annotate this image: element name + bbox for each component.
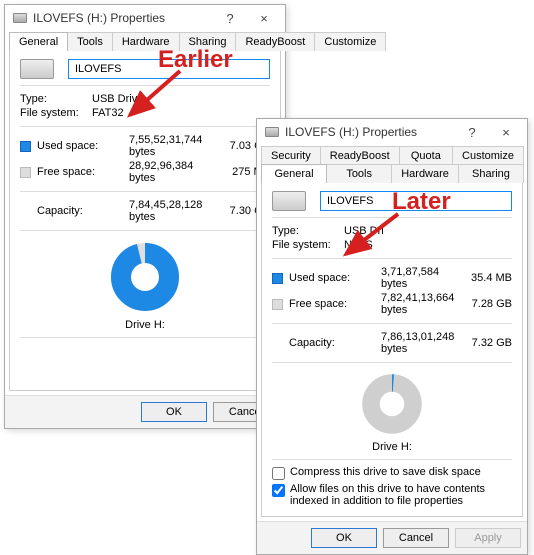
used-label: Used space: <box>289 272 361 284</box>
tab-tools[interactable]: Tools <box>67 32 113 51</box>
tabs-row-1: Security ReadyBoost Quota Customize <box>257 145 527 164</box>
panel-general: Type:USB Drive File system:FAT32 Used sp… <box>9 50 281 391</box>
tab-security[interactable]: Security <box>261 146 321 165</box>
fs-value: FAT32 <box>92 107 124 119</box>
drive-caption: Drive H: <box>272 441 512 453</box>
help-icon[interactable]: ? <box>455 121 489 143</box>
drive-glyph-icon <box>20 59 54 79</box>
used-label: Used space: <box>37 140 109 152</box>
tab-hardware[interactable]: Hardware <box>112 32 180 51</box>
index-checkbox-row[interactable]: Allow files on this drive to have conten… <box>272 483 512 507</box>
tab-hardware[interactable]: Hardware <box>391 164 459 183</box>
ok-button[interactable]: OK <box>141 402 207 422</box>
drive-caption: Drive H: <box>20 319 270 331</box>
free-bytes: 28,92,96,384 bytes <box>109 160 218 184</box>
index-checkbox[interactable] <box>272 484 285 497</box>
free-swatch <box>20 167 31 178</box>
apply-button[interactable]: Apply <box>455 528 521 548</box>
drive-name-input[interactable] <box>320 191 512 211</box>
tab-sharing[interactable]: Sharing <box>179 32 237 51</box>
tab-customize[interactable]: Customize <box>452 146 524 165</box>
window-title: ILOVEFS (H:) Properties <box>33 11 213 25</box>
used-swatch <box>272 273 283 284</box>
tab-quota[interactable]: Quota <box>399 146 453 165</box>
cancel-button[interactable]: Cancel <box>383 528 449 548</box>
type-label: Type: <box>20 93 92 105</box>
drive-name-input[interactable] <box>68 59 270 79</box>
tab-general[interactable]: General <box>9 32 68 51</box>
type-label: Type: <box>272 225 344 237</box>
fs-label: File system: <box>20 107 92 119</box>
tabs-row-2: General Tools Hardware Sharing <box>257 163 527 182</box>
drive-glyph-icon <box>272 191 306 211</box>
window-title: ILOVEFS (H:) Properties <box>285 125 455 139</box>
tab-tools[interactable]: Tools <box>326 164 392 183</box>
type-value: USB Drive <box>92 93 143 105</box>
cap-bytes: 7,84,45,28,128 bytes <box>109 199 218 223</box>
usage-donut <box>105 237 185 317</box>
close-icon[interactable]: × <box>247 7 281 29</box>
free-swatch <box>272 299 283 310</box>
drive-icon <box>265 127 279 137</box>
tab-customize[interactable]: Customize <box>314 32 386 51</box>
cap-human: 7.32 GB <box>460 337 512 349</box>
compress-label: Compress this drive to save disk space <box>290 466 481 478</box>
usage-donut <box>357 369 427 439</box>
drive-icon <box>13 13 27 23</box>
compress-checkbox[interactable] <box>272 467 285 480</box>
compress-checkbox-row[interactable]: Compress this drive to save disk space <box>272 466 512 480</box>
panel-general: Type:USB Dri File system:NTFS Used space… <box>261 182 523 517</box>
used-swatch <box>20 141 31 152</box>
free-bytes: 7,82,41,13,664 bytes <box>361 292 460 316</box>
tabs: General Tools Hardware Sharing ReadyBoos… <box>5 31 285 50</box>
free-human: 7.28 GB <box>460 298 512 310</box>
titlebar: ILOVEFS (H:) Properties ? × <box>5 5 285 31</box>
cap-bytes: 7,86,13,01,248 bytes <box>361 331 460 355</box>
cap-label: Capacity: <box>289 337 361 349</box>
tab-readyboost[interactable]: ReadyBoost <box>235 32 315 51</box>
close-icon[interactable]: × <box>489 121 523 143</box>
index-label: Allow files on this drive to have conten… <box>290 483 512 507</box>
tab-sharing[interactable]: Sharing <box>458 164 524 183</box>
titlebar: ILOVEFS (H:) Properties ? × <box>257 119 527 145</box>
tab-readyboost[interactable]: ReadyBoost <box>320 146 400 165</box>
fs-value: NTFS <box>344 239 373 251</box>
used-human: 35.4 MB <box>460 272 512 284</box>
used-bytes: 7,55,52,31,744 bytes <box>109 134 218 158</box>
type-value: USB Dri <box>344 225 384 237</box>
free-label: Free space: <box>37 166 109 178</box>
help-icon[interactable]: ? <box>213 7 247 29</box>
ok-button[interactable]: OK <box>311 528 377 548</box>
tab-general[interactable]: General <box>261 164 327 183</box>
used-bytes: 3,71,87,584 bytes <box>361 266 460 290</box>
free-label: Free space: <box>289 298 361 310</box>
fs-label: File system: <box>272 239 344 251</box>
cap-label: Capacity: <box>37 205 109 217</box>
